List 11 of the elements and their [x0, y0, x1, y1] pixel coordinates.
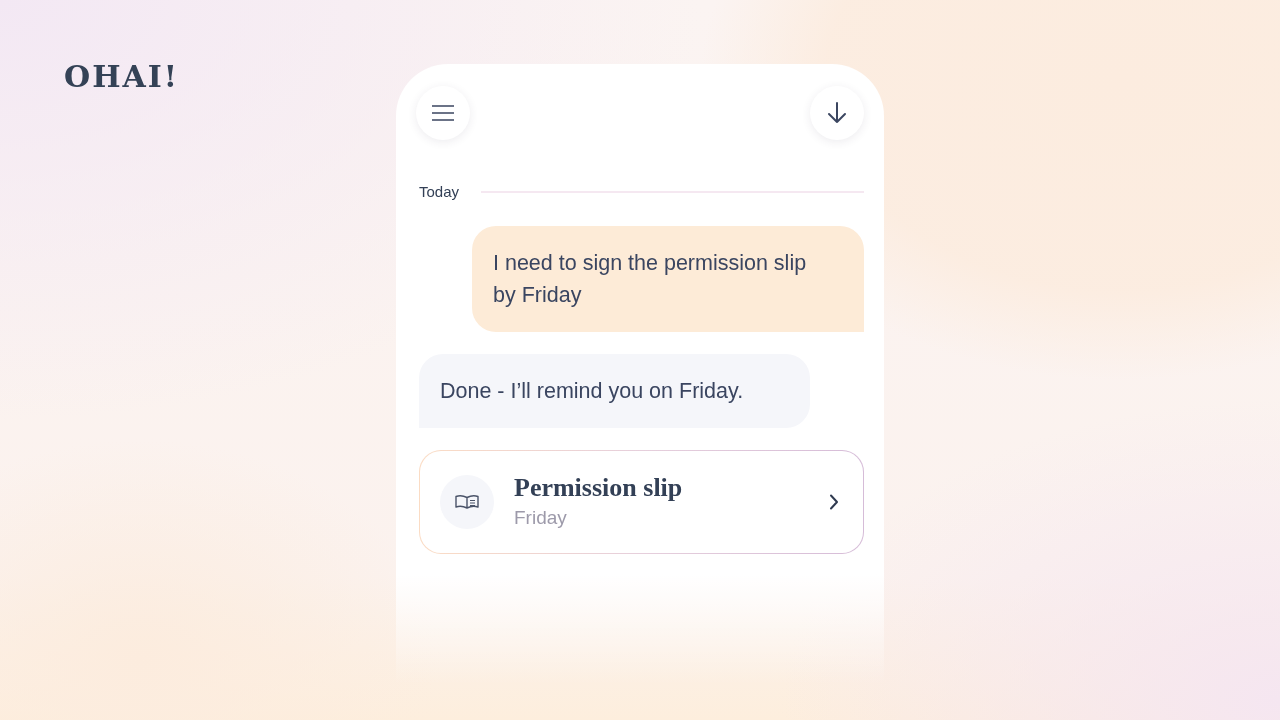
chevron-right-icon [829, 494, 839, 510]
down-arrow-icon [827, 102, 847, 124]
book-icon [440, 475, 494, 529]
sent-message-bubble: I need to sign the permission slip by Friday [472, 226, 864, 332]
reminder-date: Friday [514, 506, 568, 530]
logo: OHAI! [64, 58, 179, 96]
reply-message-bubble: Done - I’ll remind you on Friday. [419, 354, 810, 428]
reminder-card[interactable]: Permission slip Friday [419, 450, 864, 554]
menu-icon [432, 105, 454, 121]
date-divider-label: Today [419, 182, 460, 202]
reminder-title: Permission slip [514, 473, 684, 503]
